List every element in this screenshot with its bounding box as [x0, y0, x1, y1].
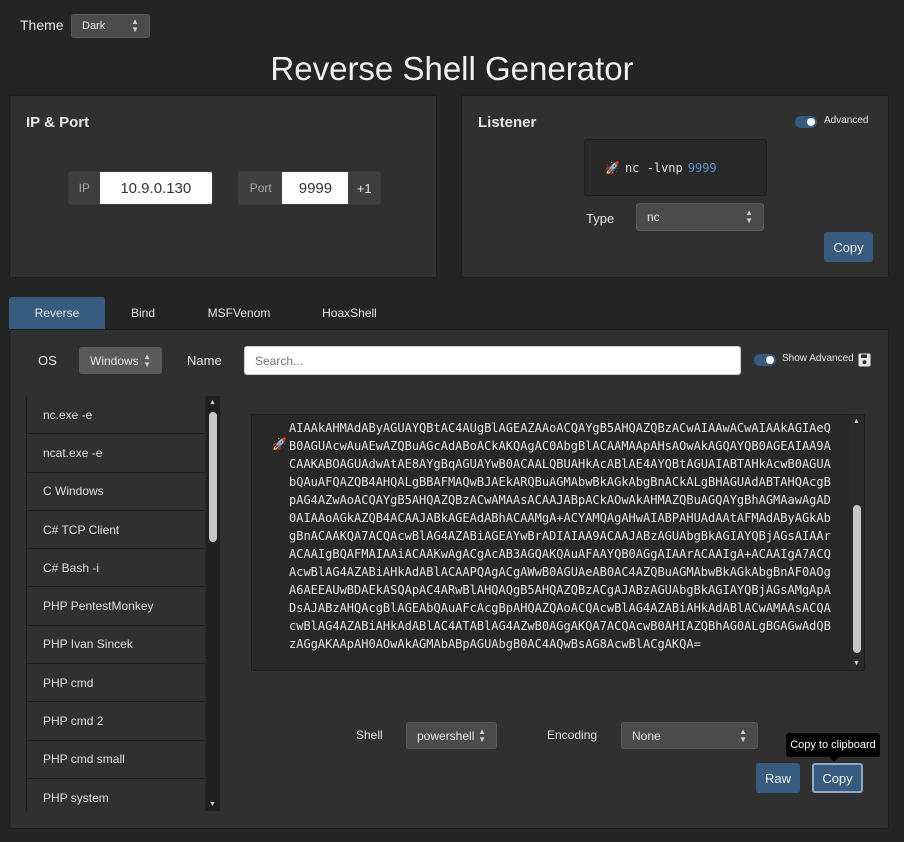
theme-label: Theme: [20, 17, 64, 33]
rocket-icon: 🚀: [272, 437, 287, 451]
listener-copy-button[interactable]: Copy: [824, 232, 873, 262]
port-input[interactable]: 9999: [282, 172, 349, 204]
advanced-toggle[interactable]: [795, 116, 817, 128]
listener-type-select[interactable]: nc ▲ ▼: [636, 203, 764, 231]
rocket-icon: 🚀: [605, 160, 620, 175]
port-input-group: Port 9999 +1: [238, 171, 381, 205]
tab-reverse[interactable]: Reverse: [9, 297, 105, 329]
os-label: OS: [38, 353, 57, 368]
shell-select-value: powershell: [417, 728, 475, 743]
shell-list-item[interactable]: nc.exe -e: [26, 396, 205, 435]
chevron-updown-icon: ▲ ▼: [745, 208, 753, 225]
port-label: Port: [239, 172, 283, 204]
shell-list-item[interactable]: C# TCP Client: [26, 510, 205, 550]
os-select-value: Windows: [90, 353, 139, 368]
encoding-label: Encoding: [547, 728, 598, 742]
shell-list-item[interactable]: PHP cmd 2: [26, 702, 205, 741]
copy-button[interactable]: Copy: [812, 763, 863, 793]
tab-hoaxshell[interactable]: HoaxShell: [306, 297, 393, 329]
tab-bind[interactable]: Bind: [105, 297, 181, 329]
shell-list-item[interactable]: ncat.exe -e: [26, 434, 205, 473]
port-increment-button[interactable]: +1: [348, 172, 380, 204]
save-icon[interactable]: [858, 353, 871, 367]
theme-select-value: Dark: [82, 20, 106, 32]
shell-list-item[interactable]: PHP Ivan Sincek: [26, 625, 205, 665]
type-label: Type: [586, 211, 615, 226]
scroll-down-icon[interactable]: ▼: [209, 801, 216, 808]
os-select[interactable]: Windows ▲ ▼: [79, 347, 162, 374]
theme-select[interactable]: Dark ▲ ▼: [71, 14, 150, 38]
page-title: Reverse Shell Generator: [270, 50, 634, 87]
copy-tooltip: Copy to clipboard: [786, 733, 880, 762]
scroll-down-icon[interactable]: ▼: [853, 660, 860, 667]
tab-msfvenom[interactable]: MSFVenom: [190, 297, 288, 329]
listener-command-box[interactable]: 🚀 nc -lvnp 9999: [584, 139, 767, 196]
show-advanced-label: Show Advanced: [782, 353, 854, 364]
show-advanced-toggle[interactable]: [754, 354, 776, 366]
shell-list: nc.exe -e ncat.exe -e C Windows C# TCP Clie…: [26, 396, 220, 811]
chevron-updown-icon: ▲ ▼: [143, 351, 151, 369]
shell-output-code: AIAAkAHMAdAByAGUAYQBtAC4AUgBlAGEAZAAoACQ…: [289, 421, 831, 651]
shell-list-scroll-thumb[interactable]: [209, 412, 217, 542]
output-scroll-thumb[interactable]: [853, 505, 861, 653]
encoding-select[interactable]: None ▲ ▼: [621, 722, 758, 749]
chevron-updown-icon: ▲ ▼: [739, 726, 747, 744]
shell-list-item[interactable]: PHP cmd: [26, 664, 205, 703]
shell-list-item[interactable]: PHP PentestMonkey: [26, 587, 205, 626]
shell-list-scrollbar[interactable]: ▲ ▼: [206, 396, 220, 811]
chevron-updown-icon: ▲ ▼: [131, 17, 139, 34]
listener-command-port: 9999: [687, 160, 717, 175]
raw-button[interactable]: Raw: [756, 763, 800, 793]
ip-input[interactable]: 10.9.0.130: [99, 172, 212, 204]
shell-list-items: nc.exe -e ncat.exe -e C Windows C# TCP Clie…: [26, 396, 220, 811]
shell-list-item[interactable]: C# Bash -i: [26, 549, 205, 588]
shell-label: Shell: [356, 728, 383, 742]
advanced-label: Advanced: [824, 115, 869, 126]
listener-type-value: nc: [647, 210, 660, 224]
shell-output-box[interactable]: 🚀 AIAAkAHMAdAByAGUAYQBtAC4AUgBlAGEAZAAoA…: [251, 414, 865, 671]
chevron-updown-icon: ▲ ▼: [478, 726, 486, 744]
name-label: Name: [187, 353, 222, 368]
listener-title: Listener: [478, 114, 537, 131]
ip-input-group: IP 10.9.0.130: [68, 171, 213, 205]
listener-command-prefix: nc -lvnp: [624, 160, 683, 175]
shell-list-item[interactable]: C Windows: [26, 472, 205, 511]
encoding-select-value: None: [632, 728, 661, 743]
shell-list-item[interactable]: PHP system: [26, 778, 205, 811]
output-scrollbar[interactable]: ▲ ▼: [850, 415, 864, 670]
shell-list-item[interactable]: PHP cmd small: [26, 740, 205, 779]
scroll-up-icon[interactable]: ▲: [209, 399, 216, 406]
scroll-up-icon[interactable]: ▲: [853, 418, 860, 425]
ip-label: IP: [69, 172, 100, 204]
search-input[interactable]: [244, 346, 741, 375]
shell-select[interactable]: powershell ▲ ▼: [406, 722, 497, 749]
ip-port-panel: IP & Port IP 10.9.0.130 Port 9999 +1: [9, 95, 437, 278]
ip-port-title: IP & Port: [26, 114, 90, 131]
